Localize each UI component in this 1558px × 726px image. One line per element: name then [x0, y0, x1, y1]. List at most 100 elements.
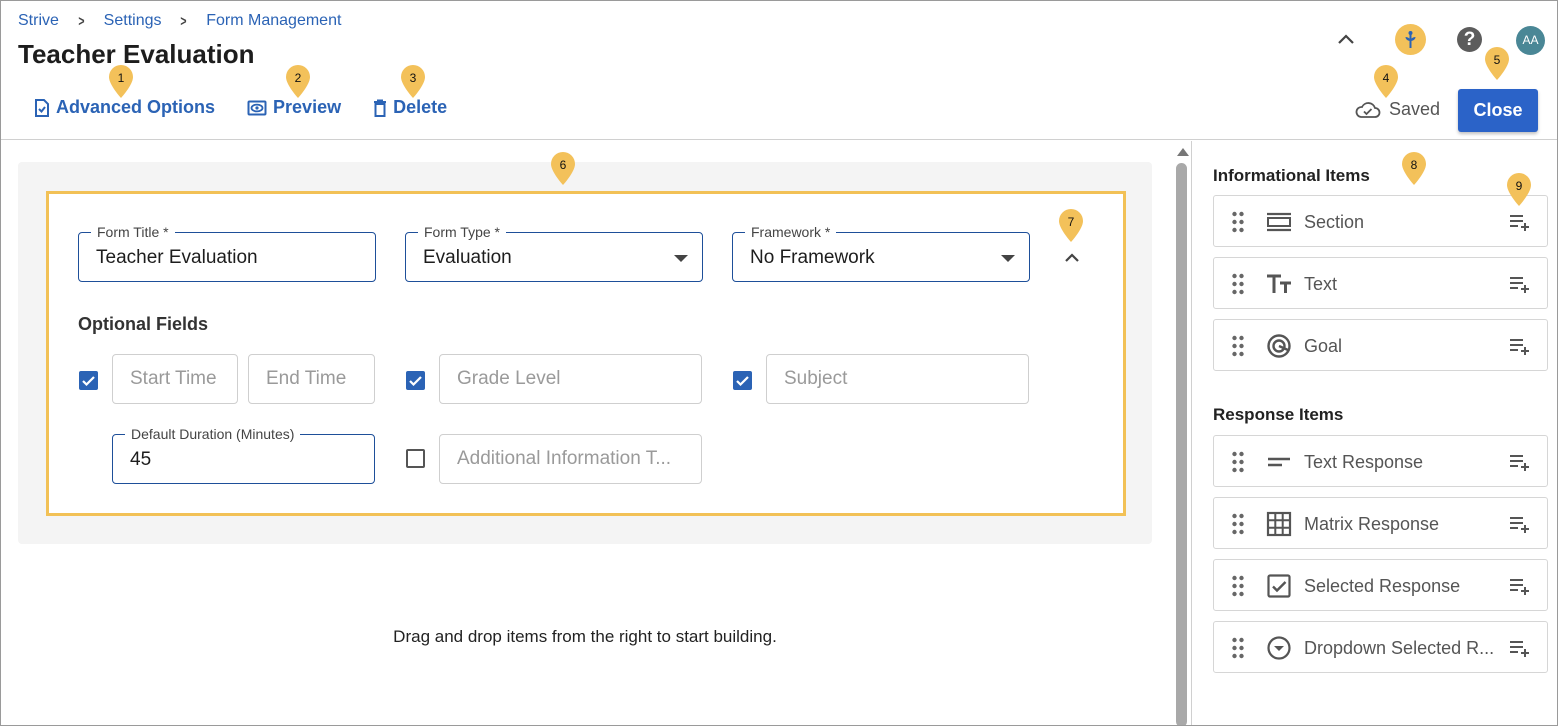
palette-item-label: Text	[1304, 274, 1338, 294]
palette-item-dropdown-selected-response[interactable]: Dropdown Selected R...	[1213, 621, 1548, 673]
grade-level-field[interactable]: Grade Level	[439, 354, 702, 404]
playlist-add-icon[interactable]	[1509, 515, 1531, 533]
close-button[interactable]: Close	[1458, 89, 1538, 132]
help-icon[interactable]: ?	[1457, 27, 1482, 52]
preview-button[interactable]: Preview	[247, 97, 341, 118]
form-type-select[interactable]: Form Type * Evaluation	[405, 224, 703, 282]
annotation-marker-number: 1	[117, 71, 125, 85]
form-builder-canvas: Form Title * Teacher Evaluation Form Typ…	[1, 141, 1173, 725]
delete-button[interactable]: Delete	[373, 97, 447, 118]
item-palette: Informational Items Section Text Goal Re…	[1191, 141, 1557, 725]
toolbar: Advanced Options Preview Delete	[34, 97, 479, 118]
scroll-up-arrow-icon[interactable]	[1177, 148, 1189, 156]
start-time-field[interactable]: Start Time	[112, 354, 238, 404]
cloud-check-icon	[1355, 101, 1381, 118]
drag-handle-icon[interactable]	[1231, 273, 1245, 295]
subject-checkbox[interactable]	[733, 371, 752, 390]
default-duration-field[interactable]: Default Duration (Minutes) 45	[112, 426, 375, 484]
dropdown-circle-icon	[1267, 636, 1291, 660]
playlist-add-icon[interactable]	[1509, 577, 1531, 595]
file-check-icon	[35, 98, 49, 117]
delete-label: Delete	[393, 97, 448, 117]
playlist-add-icon[interactable]	[1509, 337, 1531, 355]
form-type-label: Form Type *	[418, 224, 506, 240]
collapse-chevron-up-icon[interactable]	[1061, 247, 1083, 269]
drag-handle-icon[interactable]	[1231, 513, 1245, 535]
palette-item-label: Matrix Response	[1304, 514, 1440, 534]
additional-info-checkbox[interactable]	[406, 449, 425, 468]
annotation-marker-number: 8	[1410, 158, 1418, 172]
text-format-icon	[1267, 274, 1291, 293]
avatar[interactable]: AA	[1516, 26, 1545, 55]
breadcrumb-strive[interactable]: Strive	[18, 12, 59, 30]
annotation-marker-number: 7	[1067, 215, 1075, 229]
checkbox-icon	[1267, 574, 1291, 598]
palette-item-goal[interactable]: Goal	[1213, 319, 1548, 371]
default-duration-label: Default Duration (Minutes)	[125, 426, 301, 442]
playlist-add-icon[interactable]	[1509, 213, 1531, 231]
breadcrumb-form-management[interactable]: Form Management	[206, 12, 341, 30]
playlist-add-icon[interactable]	[1509, 453, 1531, 471]
grade-level-checkbox[interactable]	[406, 371, 425, 390]
saved-status: Saved	[1355, 99, 1440, 120]
default-duration-value: 45	[130, 449, 152, 470]
response-items-heading: Response Items	[1213, 405, 1344, 424]
advanced-options-button[interactable]: Advanced Options	[34, 97, 215, 118]
breadcrumb: Strive > Settings > Form Management	[18, 12, 341, 30]
start-end-time-checkbox[interactable]	[79, 371, 98, 390]
caret-down-icon	[1001, 255, 1015, 262]
palette-item-label: Selected Response	[1304, 576, 1461, 596]
drag-handle-icon[interactable]	[1231, 575, 1245, 597]
drag-handle-icon[interactable]	[1231, 211, 1245, 233]
annotation-marker-number: 3	[409, 71, 417, 85]
palette-item-text[interactable]: Text	[1213, 257, 1548, 309]
annotation-marker-3: 3	[400, 65, 426, 99]
optional-fields-title: Optional Fields	[78, 314, 209, 334]
framework-select[interactable]: Framework * No Framework	[732, 224, 1030, 282]
palette-item-section[interactable]: Section	[1213, 195, 1548, 247]
framework-label: Framework *	[745, 224, 837, 240]
form-title-value: Teacher Evaluation	[96, 247, 258, 268]
additional-info-field[interactable]: Additional Information T...	[439, 434, 702, 484]
grid-icon	[1266, 511, 1292, 537]
section-icon	[1267, 212, 1291, 232]
drag-handle-icon[interactable]	[1231, 335, 1245, 357]
palette-item-selected-response[interactable]: Selected Response	[1213, 559, 1548, 611]
palette-item-label: Section	[1304, 212, 1365, 232]
playlist-add-icon[interactable]	[1509, 639, 1531, 657]
framework-value: No Framework	[750, 247, 875, 268]
chevron-right-icon: >	[180, 12, 187, 30]
breadcrumb-settings[interactable]: Settings	[104, 12, 162, 30]
caret-down-icon	[674, 255, 688, 262]
chevron-right-icon: >	[78, 12, 85, 30]
preview-label: Preview	[273, 97, 342, 117]
annotation-marker-number: 5	[1493, 53, 1501, 67]
annotation-marker-6: 6	[550, 152, 576, 186]
trash-icon	[374, 99, 387, 117]
app-logo-icon[interactable]	[1395, 24, 1426, 55]
annotation-marker-number: 6	[559, 158, 567, 172]
wheat-icon	[1405, 31, 1416, 48]
chevron-up-icon[interactable]	[1335, 29, 1357, 51]
scrollbar-thumb[interactable]	[1176, 163, 1187, 725]
annotation-marker-9: 9	[1506, 173, 1532, 207]
empty-canvas-message: Drag and drop items from the right to st…	[393, 627, 777, 646]
drag-handle-icon[interactable]	[1231, 637, 1245, 659]
palette-item-text-response[interactable]: Text Response	[1213, 435, 1548, 487]
palette-item-label: Text Response	[1304, 452, 1424, 472]
drag-handle-icon[interactable]	[1231, 451, 1245, 473]
subject-field[interactable]: Subject	[766, 354, 1029, 404]
target-icon	[1267, 334, 1291, 358]
form-title-field[interactable]: Form Title * Teacher Evaluation	[78, 224, 376, 282]
annotation-marker-7: 7	[1058, 209, 1084, 243]
page-title: Teacher Evaluation	[18, 39, 255, 69]
palette-item-label: Dropdown Selected R...	[1304, 638, 1495, 658]
playlist-add-icon[interactable]	[1509, 275, 1531, 293]
end-time-field[interactable]: End Time	[248, 354, 375, 404]
canvas-scrollbar[interactable]	[1173, 141, 1191, 725]
checkmark-icon	[736, 376, 749, 387]
palette-item-matrix-response[interactable]: Matrix Response	[1213, 497, 1548, 549]
annotation-marker-8: 8	[1401, 152, 1427, 186]
short-text-icon	[1268, 457, 1290, 467]
form-title-label: Form Title *	[91, 224, 175, 240]
